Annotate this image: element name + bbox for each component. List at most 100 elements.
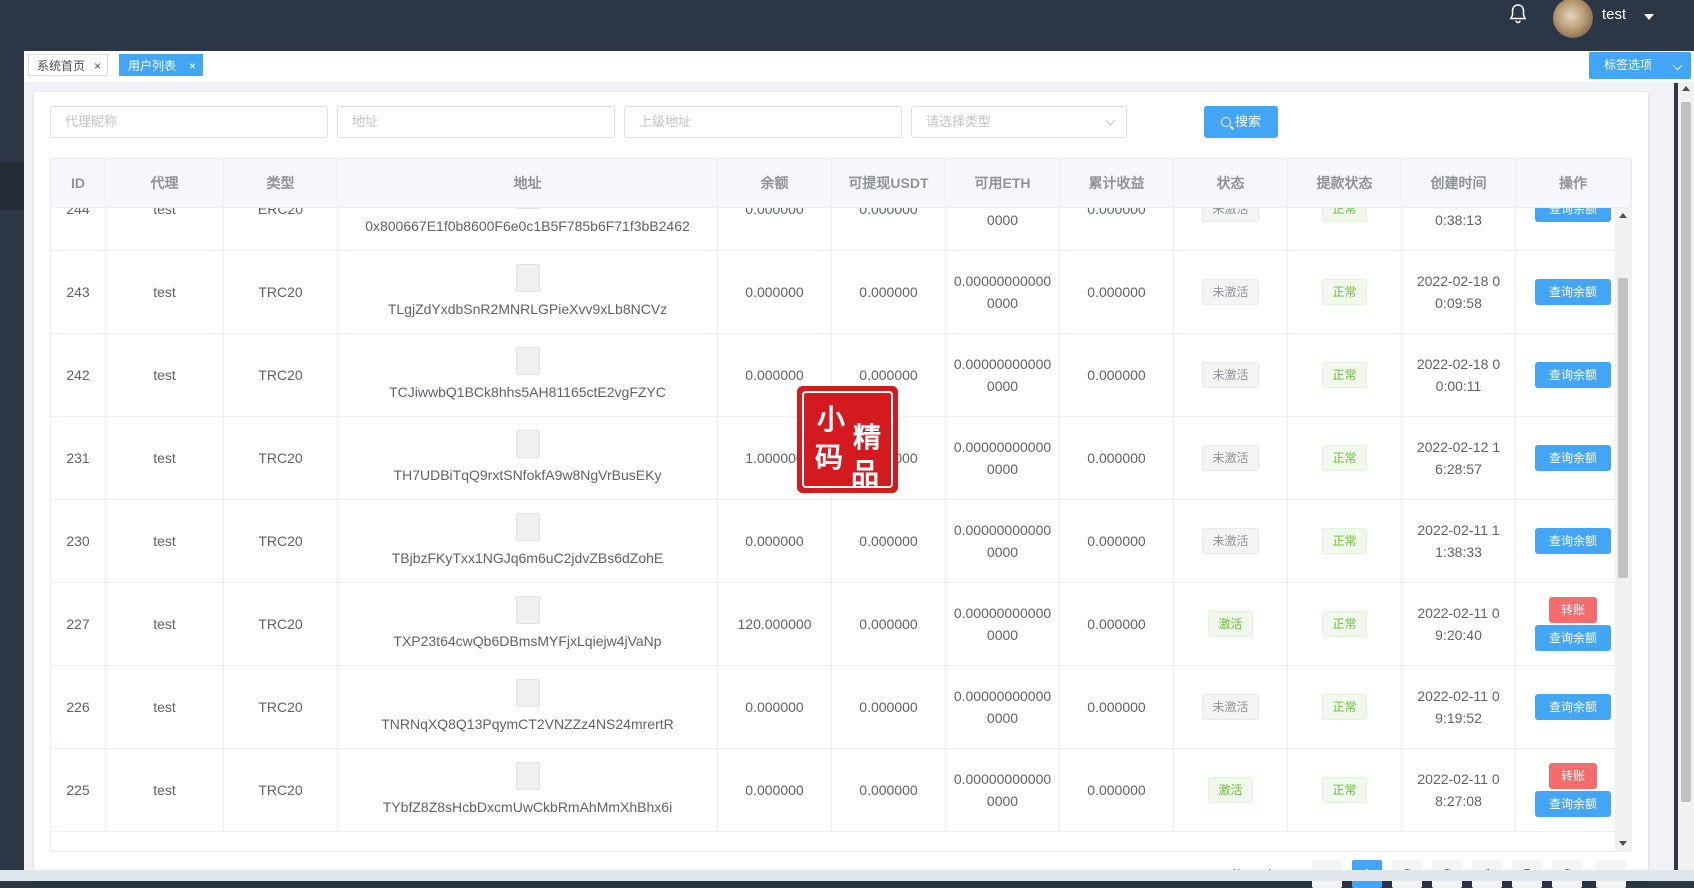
withdraw-status-badge: 正常 [1322,611,1367,637]
query-balance-button[interactable]: 查询余额 [1534,208,1611,222]
cell-withdraw: 正常 [1288,749,1402,831]
created-time: 2022-02-18 00:00:11 [1416,356,1501,394]
cell-address: TXP23t64cwQb6DBmsMYFjxLqiejw4jVaNp [338,583,718,665]
address-qr-image[interactable] [515,264,540,292]
cell-withdraw: 正常 [1288,583,1402,665]
user-avatar[interactable] [1553,0,1593,38]
cell-usdt: 0.000000 [832,251,946,333]
tab-home[interactable]: 系统首页 × [28,54,108,76]
cell-id: 227 [51,583,106,665]
address-text: TLgjZdYxdbSnR2MNRLGPieXvv9xLb8NCVz [387,301,668,317]
close-icon[interactable]: × [94,55,101,77]
cell-type: TRC20 [224,666,338,748]
cell-actions: 查询余额 [1516,334,1631,416]
tab-user-list[interactable]: 用户列表 × [119,54,203,76]
sidebar-collapsed [0,162,24,210]
cell-address: TH7UDBiTqQ9rxtSNfokfA9w8NgVrBusEKy [338,417,718,499]
cell-withdraw: 正常 [1288,417,1402,499]
address-text: TNRNqXQ8Q13PqymCT2VNZZz4NS24mrertR [381,716,674,732]
address-qr-image[interactable] [515,513,540,541]
created-time: 2022-02-11 09:19:52 [1417,688,1500,726]
query-balance-button[interactable]: 查询余额 [1534,528,1611,554]
cell-actions: 查询余额 [1516,666,1631,748]
close-icon[interactable]: × [189,55,196,77]
cell-address: TBjbzFKyTxx1NGJq6m6uC2jdvZBs6dZohE [338,500,718,582]
address-qr-image[interactable] [515,208,540,209]
address-text: TCJiwwbQ1BCk8hhs5AH81165ctE2vgFZYC [389,384,666,400]
search-icon [1220,117,1231,127]
eth-value: 0.000000000000000 [953,771,1052,809]
table-row: 225 test TRC20 TYbfZ8Z8sHcbDxcmUwCkbRmAhMmX… [51,749,1631,832]
chevron-down-icon [1672,60,1683,71]
cell-actions: 转账 查询余额 [1516,583,1631,665]
status-badge: 未激活 [1202,694,1259,720]
cell-status: 未激活 [1174,334,1288,416]
created-time: 2022-02-12 16:28:57 [1416,439,1501,477]
parent-address-input[interactable]: 上级地址 [624,106,902,138]
address-qr-image[interactable] [515,762,540,790]
cell-usdt: 0.000000 [832,749,946,831]
scroll-up-icon[interactable] [1619,213,1627,218]
address-qr-image[interactable] [515,347,540,375]
scrollbar-thumb[interactable] [1681,102,1691,802]
status-badge: 未激活 [1202,528,1259,554]
status-badge: 未激活 [1202,208,1259,222]
query-balance-button[interactable]: 查询余额 [1534,791,1611,817]
cell-id: 226 [51,666,106,748]
table-scrollbar[interactable] [1615,208,1631,851]
transfer-button[interactable]: 转账 [1548,763,1597,789]
withdraw-status-badge: 正常 [1322,208,1367,222]
query-balance-button[interactable]: 查询余额 [1534,279,1611,305]
cell-withdraw: 正常 [1288,334,1402,416]
cell-status: 激活 [1174,749,1288,831]
type-select[interactable]: 请选择类型 [911,106,1127,138]
cell-actions: 查询余额 [1516,417,1631,499]
withdraw-status-badge: 正常 [1322,777,1367,803]
cell-id: 242 [51,334,106,416]
cell-income: 0.000000 [1060,417,1174,499]
table-rows: 244 test ERC20 0x800667E1f0b8600F6e0c1B5F78… [51,208,1631,832]
address-qr-image[interactable] [515,430,540,458]
cell-agent: test [106,334,224,416]
username-label[interactable]: test [1602,6,1626,23]
eth-value: 0.000000000000000 [953,522,1052,560]
address-input[interactable]: 地址 [337,106,615,138]
cell-type: TRC20 [224,334,338,416]
cell-type: TRC20 [224,583,338,665]
column-header: ID [51,159,106,207]
watermark-seal: 小 精 码 品 [797,386,898,493]
address-qr-image[interactable] [515,679,540,707]
cell-income: 0.000000 [1060,208,1174,250]
query-balance-button[interactable]: 查询余额 [1534,625,1611,651]
address-text: TH7UDBiTqQ9rxtSNfokfA9w8NgVrBusEKy [393,467,662,483]
query-balance-button[interactable]: 查询余额 [1534,445,1611,471]
transfer-button[interactable]: 转账 [1548,597,1597,623]
cell-id: 244 [51,208,106,250]
tab-options-button[interactable]: 标签选项 [1589,52,1691,79]
caret-down-icon[interactable] [1644,14,1654,20]
user-table: ID 代理 类型 地址 余额 可提现USDT 可用ETH 累计收益 状态 提款状态 创建时间 操作 2… [50,158,1632,852]
column-header: 提款状态 [1288,159,1402,207]
tab-label: 系统首页 [37,59,86,73]
cell-address: TCJiwwbQ1BCk8hhs5AH81165ctE2vgFZYC [338,334,718,416]
query-balance-button[interactable]: 查询余额 [1534,362,1611,388]
column-header: 余额 [718,159,832,207]
cell-withdraw: 正常 [1288,500,1402,582]
query-balance-button[interactable]: 查询余额 [1534,694,1611,720]
scrollbar-thumb[interactable] [1618,278,1628,578]
table-row: 244 test ERC20 0x800667E1f0b8600F6e0c1B5F78… [51,208,1631,251]
scroll-up-icon[interactable] [1682,86,1690,91]
scroll-down-icon[interactable] [1619,841,1627,846]
eth-value: 0.000000000000000 [953,688,1052,726]
agent-nickname-input[interactable]: 代理昵称 [50,106,328,138]
page-scrollbar[interactable] [1678,82,1694,881]
bell-icon[interactable] [1506,2,1530,26]
status-badge: 未激活 [1202,362,1259,388]
address-qr-image[interactable] [515,596,540,624]
table-body[interactable]: 244 test ERC20 0x800667E1f0b8600F6e0c1B5F78… [51,208,1631,851]
cell-eth: 0.000000000000000 [946,500,1060,582]
column-header: 累计收益 [1060,159,1174,207]
cell-usdt: 0.000000 [832,500,946,582]
address-text: TBjbzFKyTxx1NGJq6m6uC2jdvZBs6dZohE [391,550,664,566]
search-button[interactable]: 搜索 [1204,106,1278,138]
